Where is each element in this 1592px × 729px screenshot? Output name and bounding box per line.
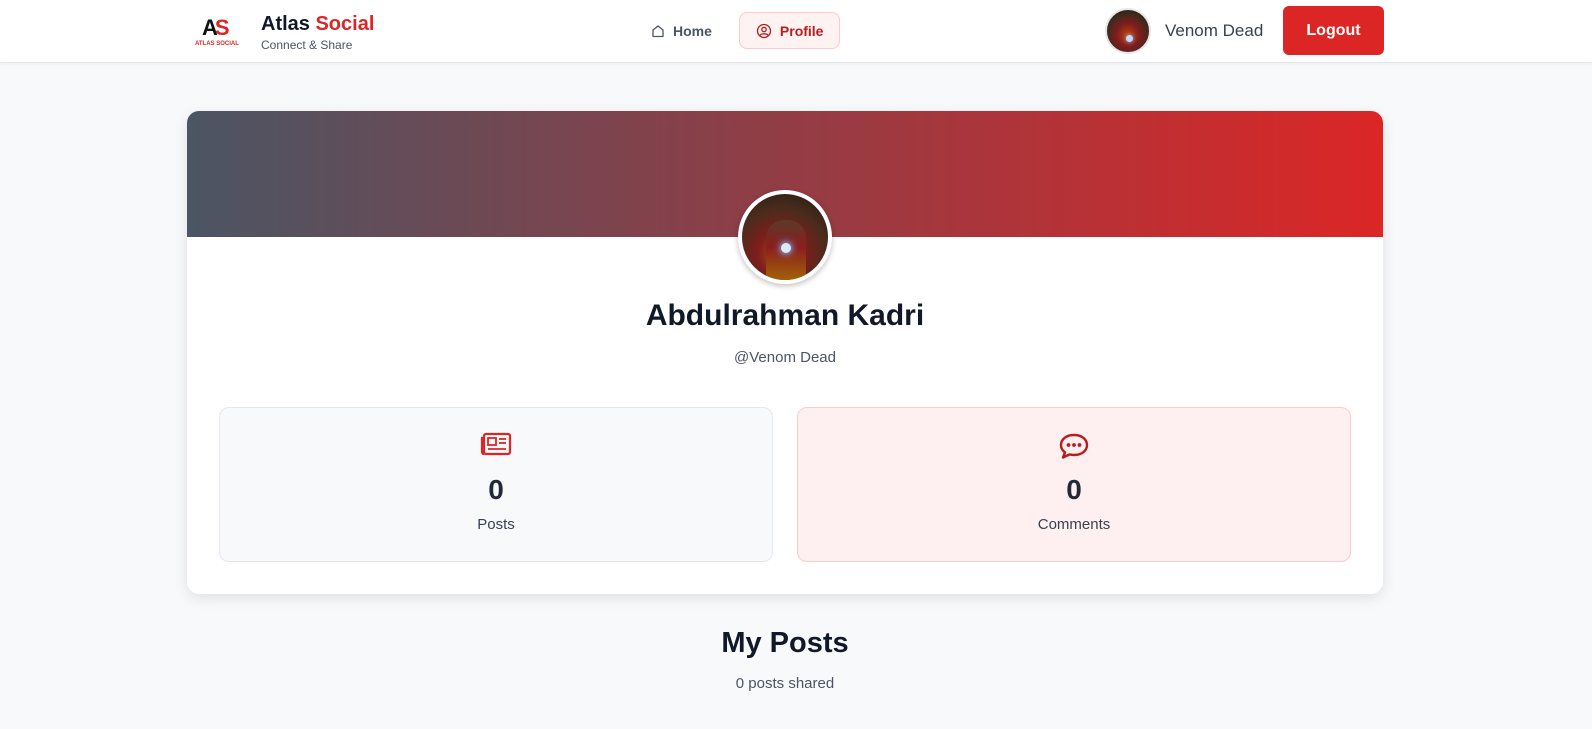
comments-label: Comments — [1037, 516, 1111, 533]
atlas-social-logo: AS ATLAS SOCIAL — [195, 14, 239, 47]
user-display-name: Venom Dead — [1165, 21, 1264, 40]
posts-label: Posts — [477, 516, 515, 533]
top-navbar: AS ATLAS SOCIAL Atlas Social Connect & S… — [0, 0, 1592, 63]
brand-title: Atlas Social — [261, 13, 375, 35]
profile-handle: @Venom Dead — [734, 349, 836, 366]
home-icon — [651, 24, 665, 38]
brand[interactable]: AS ATLAS SOCIAL Atlas Social Connect & S… — [195, 12, 374, 53]
brand-tagline: Connect & Share — [261, 38, 353, 52]
main-nav: Home Profile — [644, 12, 841, 49]
user-menu[interactable]: Venom Dead — [1105, 8, 1263, 54]
comment-dots-icon — [798, 432, 1350, 460]
nav-profile-label: Profile — [779, 22, 824, 39]
profile-avatar[interactable] — [738, 190, 832, 284]
logout-button[interactable]: Logout — [1283, 6, 1384, 55]
comments-stat-card: 0 Comments — [797, 407, 1351, 562]
profile-card: Abdulrahman Kadri @Venom Dead 0 Posts 0 … — [187, 111, 1383, 594]
profile-full-name: Abdulrahman Kadri — [645, 299, 925, 332]
posts-count: 0 — [488, 474, 504, 505]
nav-home-label: Home — [673, 22, 712, 39]
comments-count: 0 — [1066, 474, 1082, 505]
posts-shared-count: 0 posts shared — [735, 675, 835, 692]
user-circle-icon — [756, 23, 772, 39]
nav-home-link[interactable]: Home — [644, 12, 729, 49]
user-avatar[interactable] — [1105, 8, 1151, 54]
posts-stat-card: 0 Posts — [219, 407, 773, 562]
newspaper-icon — [220, 432, 772, 456]
my-posts-title: My Posts — [721, 627, 849, 659]
nav-profile-link[interactable]: Profile — [738, 12, 841, 49]
